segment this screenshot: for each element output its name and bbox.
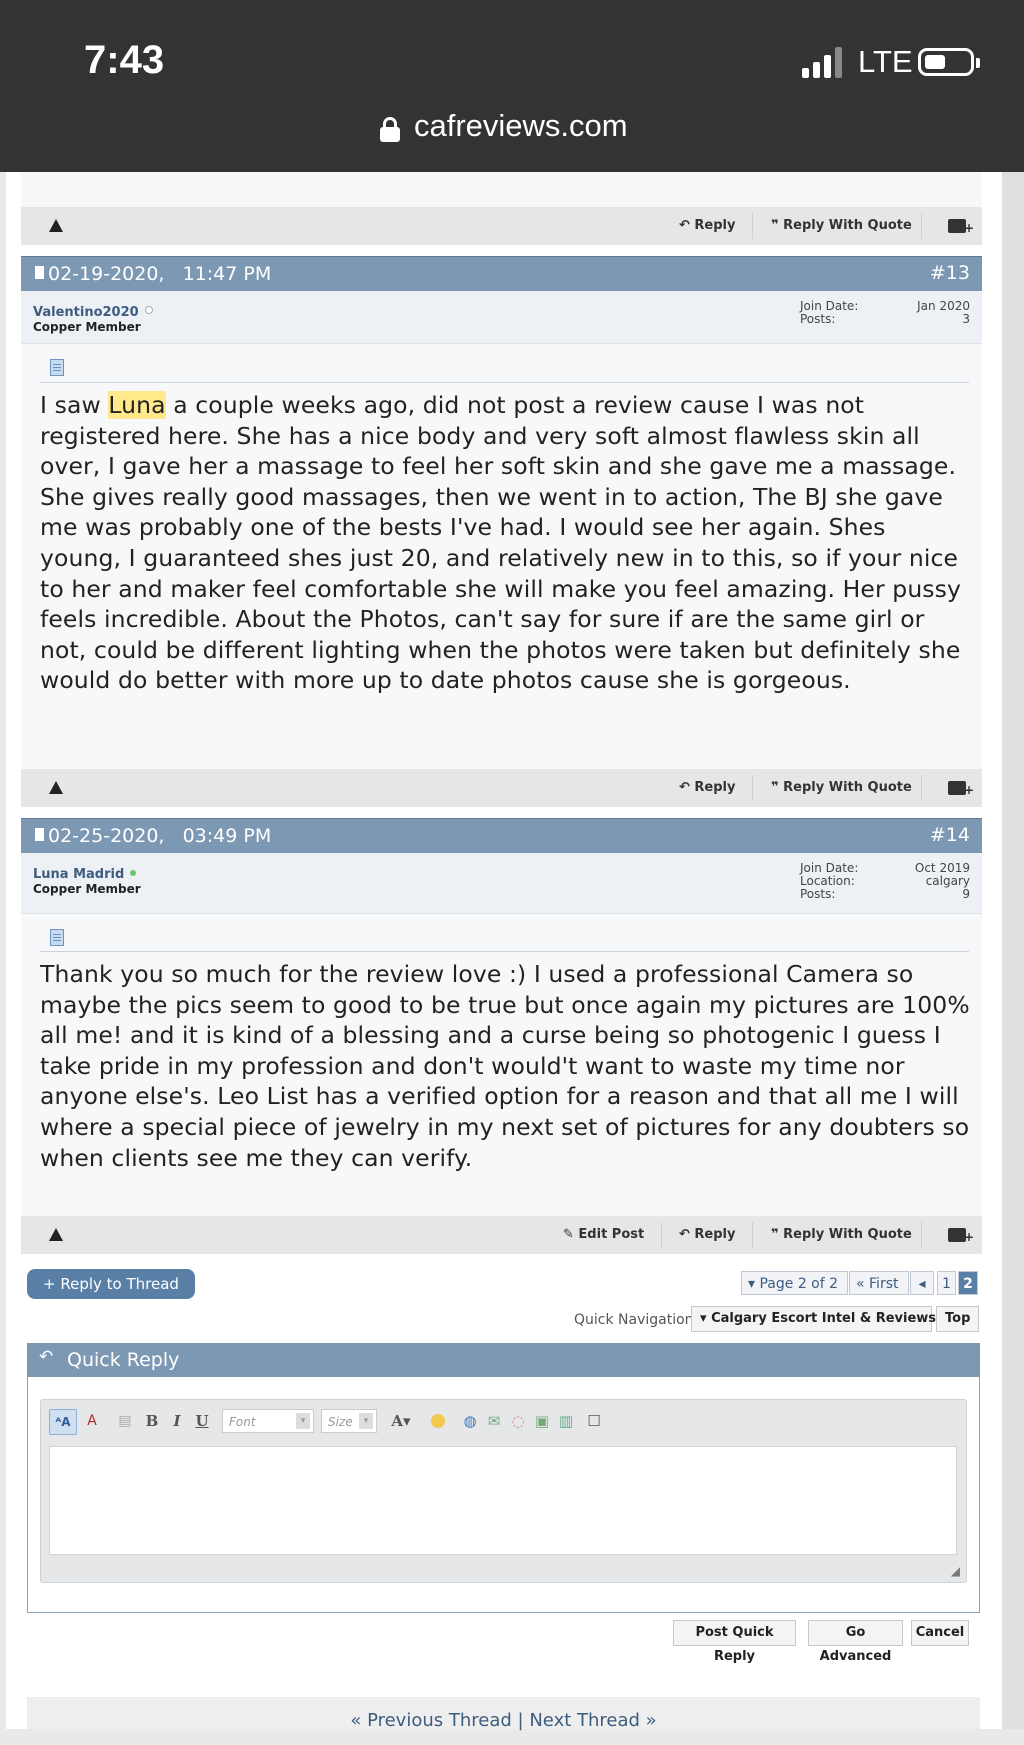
user-stats-values: Jan 2020 3 — [917, 299, 970, 326]
editor: ᴬA A ▤ B I U Font ▾ Size ▾ A▾ ◍ ✉ ◌ ▣ ▥ ☐ … — [40, 1399, 967, 1583]
reply-to-thread-button[interactable]: + Reply to Thread — [27, 1269, 195, 1299]
clock: 7:43 — [84, 38, 165, 82]
user-rank: Copper Member — [33, 320, 141, 334]
multi-quote-icon[interactable] — [948, 219, 974, 235]
page-link-1[interactable]: 1 — [937, 1271, 956, 1295]
remove-format-icon[interactable]: A — [81, 1409, 103, 1433]
reply-button[interactable]: ↶ Reply — [679, 218, 736, 233]
battery-icon — [918, 48, 980, 76]
quick-navigation-label: Quick Navigation — [574, 1312, 694, 1328]
reply-with-quote-button[interactable]: ❞ Reply With Quote — [771, 1227, 912, 1242]
post-date: 02-19-2020, 11:47 PM — [35, 263, 271, 285]
quick-reply-title: Quick Reply — [67, 1349, 180, 1371]
first-page-button[interactable]: « First — [849, 1271, 909, 1295]
multi-quote-icon[interactable] — [948, 781, 974, 797]
edit-post-button[interactable]: ✎ Edit Post — [563, 1227, 644, 1242]
url-text: cafreviews.com — [414, 108, 628, 143]
post-text-13: I saw Luna a couple weeks ago, did not p… — [40, 391, 962, 695]
post-icon — [50, 359, 64, 376]
user-info-13: Valentino2020 Copper Member Join Date: P… — [21, 291, 982, 344]
scroll-gutter — [1002, 172, 1024, 1729]
post-quick-reply-button[interactable]: Post Quick Reply — [673, 1620, 796, 1664]
resize-handle-icon[interactable]: ◢ — [951, 1564, 960, 1578]
reply-button[interactable]: ↶ Reply — [679, 1227, 736, 1242]
post-text-14: Thank you so much for the review love :)… — [40, 960, 970, 1172]
editor-toolbar: ᴬA A ▤ B I U Font ▾ Size ▾ A▾ ◍ ✉ ◌ ▣ ▥ ☐ — [41, 1400, 966, 1442]
previous-thread-link[interactable]: « Previous Thread — [350, 1710, 511, 1731]
underline-icon[interactable]: U — [191, 1409, 213, 1433]
post-header-13: 02-19-2020, 11:47 PM #13 — [21, 256, 982, 291]
post-toolbar-12: ↶ Reply ❞ Reply With Quote — [21, 207, 982, 245]
reply-button[interactable]: ↶ Reply — [679, 780, 736, 795]
go-advanced-button[interactable]: Go Advanced — [808, 1620, 903, 1664]
page-jump-dropdown[interactable]: ▾ Page 2 of 2 — [741, 1271, 848, 1295]
post-date: 02-25-2020, 03:49 PM — [35, 825, 271, 847]
report-icon[interactable] — [49, 219, 63, 232]
cancel-button[interactable]: Cancel — [911, 1620, 969, 1646]
size-select[interactable]: Size ▾ — [321, 1409, 377, 1433]
divider — [40, 951, 969, 952]
reply-with-quote-button[interactable]: ❞ Reply With Quote — [771, 780, 912, 795]
text-color-icon[interactable]: A▾ — [387, 1409, 415, 1433]
post-number[interactable]: #14 — [930, 824, 970, 846]
image-icon[interactable]: ▣ — [531, 1409, 553, 1433]
reply-with-quote-button[interactable]: ❞ Reply With Quote — [771, 218, 912, 233]
address-bar[interactable]: cafreviews.com — [380, 108, 628, 144]
italic-icon[interactable]: I — [166, 1409, 188, 1433]
online-icon — [130, 870, 137, 876]
post-toolbar-14: ✎ Edit Post ↶ Reply ❞ Reply With Quote — [21, 1216, 982, 1254]
report-icon[interactable] — [49, 1228, 63, 1241]
thread-navigation: « Previous Thread | Next Thread » — [27, 1697, 980, 1731]
report-icon[interactable] — [49, 781, 63, 794]
status-bar: 7:43 LTE cafreviews.com — [0, 0, 1024, 172]
quick-reply-header: ↶ Quick Reply — [27, 1343, 980, 1377]
next-thread-link[interactable]: Next Thread » — [529, 1710, 656, 1731]
network-label: LTE — [858, 44, 913, 79]
username[interactable]: Luna Madrid — [33, 867, 137, 882]
search-highlight: Luna — [108, 391, 166, 419]
multi-quote-icon[interactable] — [948, 1228, 974, 1244]
top-button[interactable]: Top — [936, 1306, 979, 1332]
link-icon[interactable]: ◍ — [459, 1409, 481, 1433]
current-page: 2 — [958, 1271, 978, 1295]
prev-page-button[interactable]: ◂ — [910, 1271, 934, 1295]
post-toolbar-13: ↶ Reply ❞ Reply With Quote — [21, 769, 982, 807]
user-stats-values: Oct 2019 calgary 9 — [914, 861, 970, 901]
user-info-14: Luna Madrid Copper Member Join Date: Loc… — [21, 853, 982, 914]
quote-icon[interactable]: ☐ — [583, 1409, 605, 1433]
post-number[interactable]: #13 — [930, 262, 970, 284]
reply-arrow-icon: ↶ — [39, 1347, 54, 1367]
user-stats-labels: Join Date: Location: Posts: — [800, 861, 859, 901]
unlink-icon[interactable]: ◌ — [507, 1409, 529, 1433]
post-header-14: 02-25-2020, 03:49 PM #14 — [21, 818, 982, 853]
divider — [40, 382, 969, 383]
paste-icon[interactable]: ▤ — [114, 1409, 136, 1433]
font-select[interactable]: Font ▾ — [222, 1409, 314, 1433]
user-rank: Copper Member — [33, 882, 141, 896]
quick-reply-panel: ᴬA A ▤ B I U Font ▾ Size ▾ A▾ ◍ ✉ ◌ ▣ ▥ ☐ … — [27, 1377, 980, 1613]
bold-icon[interactable]: B — [141, 1409, 163, 1433]
offline-icon — [144, 306, 153, 314]
wysiwyg-toggle-icon[interactable]: ᴬA — [49, 1409, 77, 1435]
video-icon[interactable]: ▥ — [555, 1409, 577, 1433]
user-stats-labels: Join Date: Posts: — [800, 299, 859, 326]
previous-post-tail — [21, 172, 982, 207]
username[interactable]: Valentino2020 — [33, 305, 153, 320]
post-icon — [50, 929, 64, 946]
smiley-icon[interactable] — [427, 1409, 449, 1433]
email-icon[interactable]: ✉ — [483, 1409, 505, 1433]
quick-navigation-select[interactable]: ▾ Calgary Escort Intel & Reviews — [691, 1306, 936, 1332]
message-textarea[interactable] — [49, 1446, 957, 1555]
